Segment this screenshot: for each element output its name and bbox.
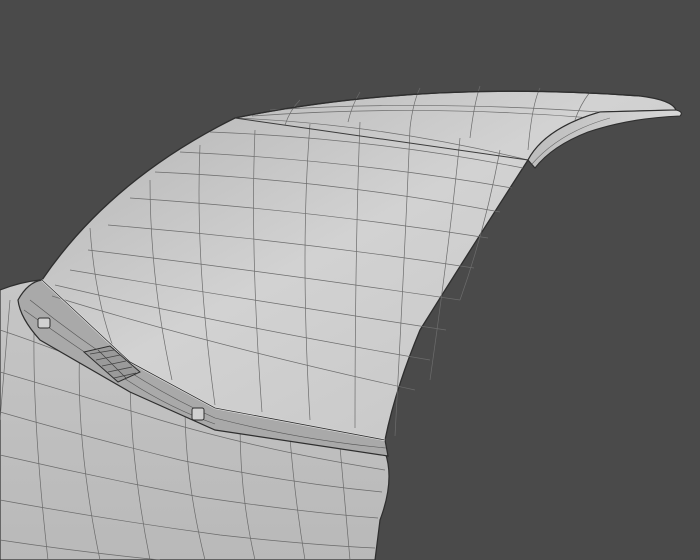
mount-bolt-left[interactable] [37,317,51,329]
viewport-canvas[interactable] [0,0,700,560]
3d-viewport[interactable] [0,0,700,560]
mount-bolt-right[interactable] [191,407,205,421]
